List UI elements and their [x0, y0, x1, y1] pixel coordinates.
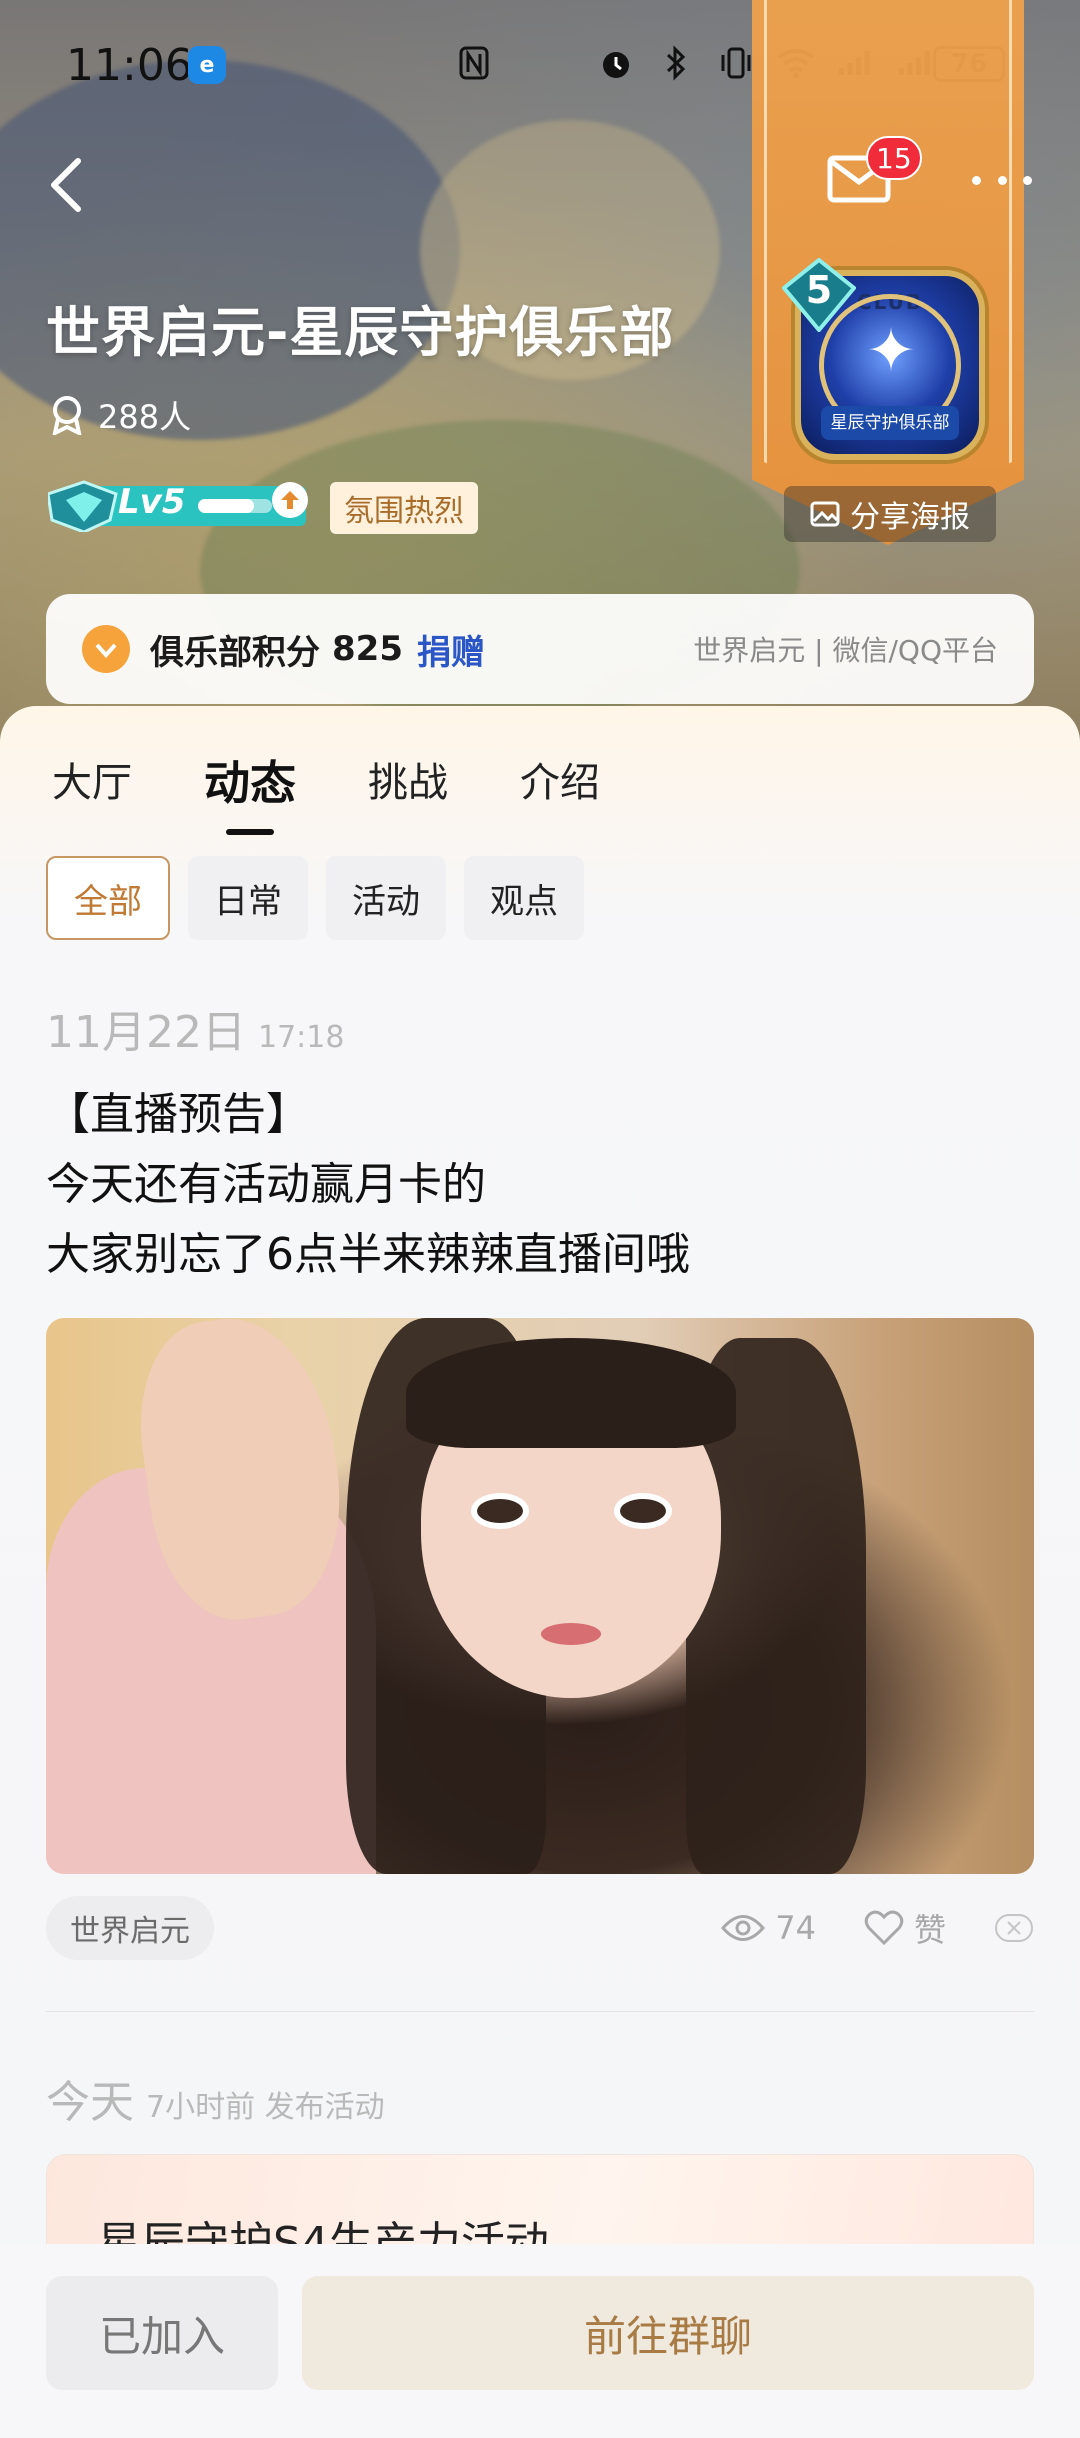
level-label: Lv5 — [118, 482, 186, 522]
dot-icon — [997, 175, 1007, 185]
filter-all[interactable]: 全部 — [46, 856, 170, 940]
mail-unread-badge: 15 — [866, 136, 922, 180]
platform-label: 世界启元 | 微信/QQ平台 — [693, 634, 998, 667]
photo-shape — [471, 1493, 529, 1529]
tab-bar: 大厅 动态 挑战 介绍 — [52, 747, 600, 835]
tab-challenge[interactable]: 挑战 — [368, 750, 448, 816]
like-button[interactable]: 赞 — [864, 1905, 946, 1951]
tab-feed[interactable]: 动态 — [204, 747, 296, 835]
club-title: 世界启元-星辰守护俱乐部 — [46, 301, 675, 364]
post-date: 11月22日 17:18 — [46, 996, 344, 1060]
photo-shape — [541, 1623, 601, 1645]
game-tag[interactable]: 世界启元 — [46, 1896, 214, 1960]
post-body[interactable]: 今天还有活动赢月卡的 大家别忘了6点半来辣辣直播间哦 — [46, 1150, 690, 1290]
level-progress-fill — [198, 499, 254, 513]
points-label: 俱乐部积分 — [150, 632, 320, 673]
club-logo-bottom-text: 星辰守护俱乐部 — [821, 406, 959, 440]
donate-link[interactable]: 捐赠 — [417, 625, 485, 674]
like-label: 赞 — [913, 1911, 946, 1949]
post-date-day: 11月22日 — [46, 1007, 246, 1058]
filter-activity[interactable]: 活动 — [326, 856, 446, 940]
share-poster-label: 分享海报 — [850, 500, 970, 535]
star-icon: ✦ — [865, 316, 917, 386]
chevron-left-icon — [51, 158, 81, 212]
vibe-tag: 氛围热烈 — [330, 482, 478, 534]
filter-daily[interactable]: 日常 — [188, 856, 308, 940]
post-date-day: 今天 — [46, 2077, 134, 2128]
view-count-value: 74 — [775, 1909, 816, 1947]
filter-chips: 全部 日常 活动 观点 — [46, 856, 584, 940]
bluetooth-icon — [657, 44, 695, 82]
post-photo[interactable] — [46, 1318, 1034, 1874]
dot-icon — [1023, 175, 1032, 185]
joined-button[interactable]: 已加入 — [46, 2276, 278, 2390]
club-points-card: 俱乐部积分 825 捐赠 世界启元 | 微信/QQ平台 — [46, 594, 1034, 704]
eye-icon — [721, 1915, 766, 1941]
back-button[interactable] — [48, 150, 108, 220]
image-icon — [810, 501, 840, 527]
photo-shape — [406, 1338, 736, 1448]
post-body-line: 大家别忘了6点半来辣辣直播间哦 — [46, 1229, 690, 1280]
filter-opinion[interactable]: 观点 — [464, 856, 584, 940]
alarm-icon — [597, 44, 635, 82]
level-up-icon[interactable] — [272, 482, 308, 518]
feed-panel: 大厅 动态 挑战 介绍 全部 日常 活动 观点 11月22日 17:18 【直播… — [0, 706, 1080, 2354]
vibrate-icon — [717, 44, 755, 82]
nfc-icon — [455, 44, 493, 82]
post-date: 今天 7小时前 发布活动 — [46, 2066, 385, 2130]
club-level-number: 5 — [805, 268, 833, 312]
group-chat-button[interactable]: 前往群聊 — [302, 2276, 1034, 2390]
post-title[interactable]: 【直播预告】 — [46, 1078, 310, 1142]
member-count-label: 288人 — [98, 398, 192, 436]
points-value: 825 — [332, 629, 403, 669]
tab-lobby[interactable]: 大厅 — [52, 750, 132, 816]
heart-icon — [864, 1910, 904, 1946]
photo-shape — [614, 1493, 672, 1529]
app-notification-icon: e — [188, 46, 226, 84]
post-divider — [46, 2011, 1034, 2012]
member-badge-icon — [52, 396, 82, 435]
points-icon — [82, 625, 130, 673]
tab-intro[interactable]: 介绍 — [520, 750, 600, 816]
status-time: 11:06 — [66, 40, 193, 91]
post-meta: 世界启元 74 赞 — [46, 1896, 1034, 1960]
post-date-meta: 7小时前 发布活动 — [146, 2090, 385, 2125]
dismiss-icon[interactable] — [994, 1913, 1034, 1943]
member-count[interactable]: 288人 — [50, 392, 191, 438]
more-options-button[interactable] — [972, 160, 1032, 200]
bottom-action-bar: 已加入 前往群聊 — [0, 2244, 1080, 2438]
view-count: 74 — [721, 1909, 816, 1947]
post-body-line: 今天还有活动赢月卡的 — [46, 1159, 486, 1210]
post-date-time: 17:18 — [257, 1020, 345, 1055]
dot-icon — [972, 175, 981, 185]
level-progress-bar — [198, 499, 272, 513]
share-poster-button[interactable]: 分享海报 — [784, 486, 996, 542]
